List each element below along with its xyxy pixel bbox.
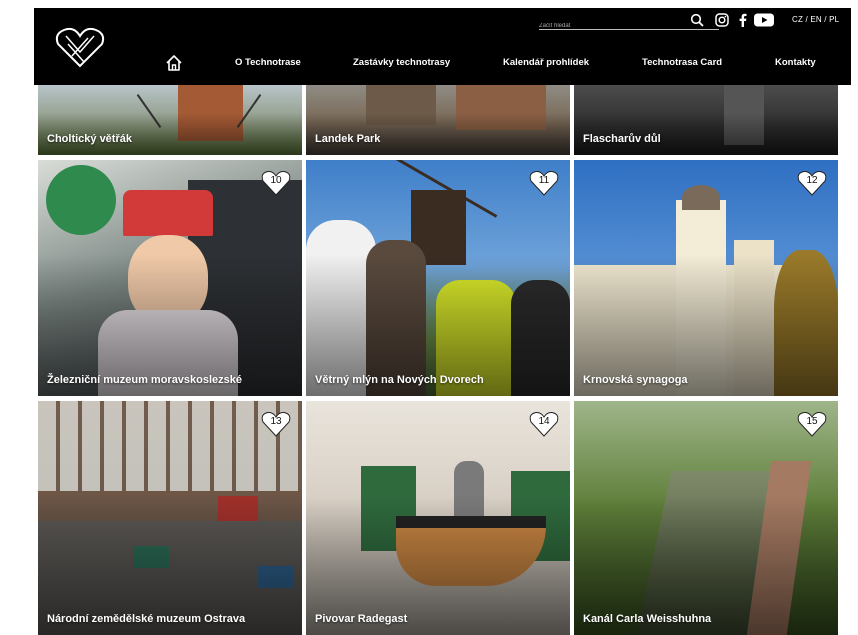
tile-title: Choltický větřák — [47, 133, 132, 145]
stop-number-badge: 11 — [529, 170, 559, 196]
stop-tile-12[interactable]: 12 Krnovská synagoga — [574, 160, 838, 396]
tile-title: Národní zemědělské muzeum Ostrava — [47, 613, 246, 625]
stop-tile-14[interactable]: 14 Pivovar Radegast — [306, 401, 570, 635]
youtube-icon[interactable] — [754, 13, 774, 27]
stop-number: 11 — [538, 175, 550, 186]
stop-number: 13 — [270, 416, 282, 427]
stop-number: 12 — [806, 175, 818, 186]
site-header: CZ / EN / PL O Technotrase Zastávky tech… — [34, 8, 851, 85]
tile-title: Krnovská synagoga — [583, 374, 688, 386]
stop-number-badge: 14 — [529, 411, 559, 437]
search-icon[interactable] — [690, 13, 704, 27]
facebook-icon[interactable] — [738, 13, 747, 27]
tile-title: Větrný mlýn na Nových Dvorech — [315, 374, 484, 386]
nav-stops[interactable]: Zastávky technotrasy — [353, 57, 450, 68]
main-nav: O Technotrase Zastávky technotrasy Kalen… — [34, 54, 851, 72]
home-icon[interactable] — [165, 54, 183, 72]
stop-number-badge: 12 — [797, 170, 827, 196]
stop-tile-flascharuv-dul[interactable]: Flascharův důl — [574, 85, 838, 155]
stop-number: 14 — [538, 416, 550, 427]
tile-title: Pivovar Radegast — [315, 613, 408, 625]
stop-tile-15[interactable]: 15 Kanál Carla Weisshuhna — [574, 401, 838, 635]
stop-number: 15 — [806, 416, 818, 427]
nav-contacts[interactable]: Kontakty — [775, 57, 816, 68]
tile-title: Landek Park — [315, 133, 381, 145]
stop-number-badge: 15 — [797, 411, 827, 437]
stop-tile-landek-park[interactable]: Landek Park — [306, 85, 570, 155]
nav-card[interactable]: Technotrasa Card — [642, 57, 722, 68]
stop-number-badge: 13 — [261, 411, 291, 437]
tile-title: Železniční muzeum moravskoslezské — [47, 374, 243, 386]
nav-calendar[interactable]: Kalendář prohlídek — [503, 57, 589, 68]
language-switcher[interactable]: CZ / EN / PL — [792, 15, 839, 24]
stop-tile-11[interactable]: 11 Větrný mlýn na Nových Dvorech — [306, 160, 570, 396]
nav-about[interactable]: O Technotrase — [235, 57, 301, 68]
instagram-icon[interactable] — [715, 13, 729, 27]
tile-title: Flascharův důl — [583, 133, 661, 145]
stop-tile-choltice-windmill[interactable]: Choltický větřák — [38, 85, 302, 155]
stop-tile-13[interactable]: 13 Národní zemědělské muzeum Ostrava — [38, 401, 302, 635]
stop-number: 10 — [270, 175, 282, 186]
stop-number-badge: 10 — [261, 170, 291, 196]
tile-title: Kanál Carla Weisshuhna — [583, 613, 712, 625]
stop-tile-10[interactable]: 10 Železniční muzeum moravskoslezské — [38, 160, 302, 396]
